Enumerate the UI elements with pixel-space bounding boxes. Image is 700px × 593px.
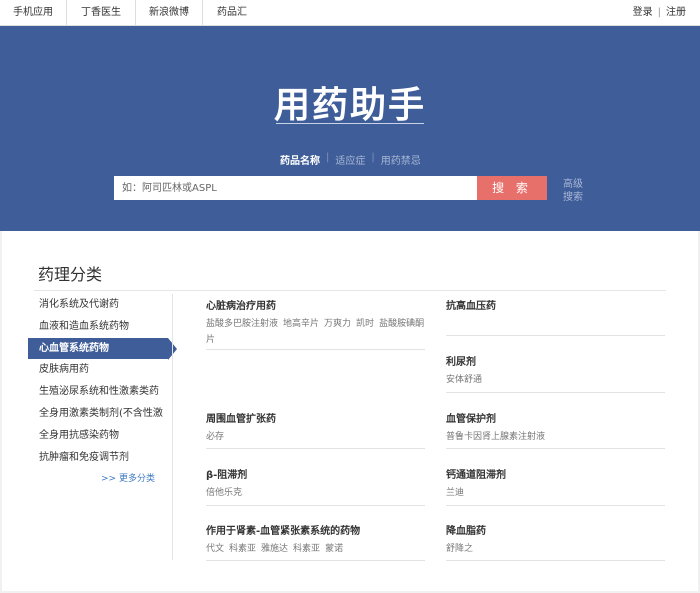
topnav-dxy-doctor[interactable]: 丁香医生 <box>67 0 136 26</box>
category-divider <box>206 448 425 449</box>
tab-drug-name[interactable]: 药品名称 <box>280 152 320 167</box>
category-sidebar: 消化系统及代谢药 血液和造血系统药物 心血管系统药物 皮肤病用药 生殖泌尿系统和… <box>28 294 177 469</box>
drug-list: 安体舒通 <box>446 372 666 388</box>
category-name[interactable]: β-阻滞剂 <box>206 466 428 481</box>
sidebar-item-digestive[interactable]: 消化系统及代谢药 <box>28 294 171 316</box>
category-divider <box>206 349 425 350</box>
tab-indication[interactable]: 适应症 <box>335 152 365 167</box>
drug-link[interactable]: 安体舒通 <box>446 375 482 385</box>
category-name[interactable]: 钙通道阻滞剂 <box>446 466 666 481</box>
category-name[interactable]: 周围血管扩张药 <box>206 410 428 425</box>
tab-separator: | <box>371 152 375 163</box>
category-divider <box>446 505 665 506</box>
category-peripheral-vasodilators: 周围血管扩张药 必存 <box>206 410 428 445</box>
category-name[interactable]: 作用于肾素-血管紧张素系统的药物 <box>206 522 446 537</box>
user-links: 登录 | 注册 <box>633 0 686 26</box>
topnav-mobile-app[interactable]: 手机应用 <box>0 0 67 26</box>
topnav-sina-weibo[interactable]: 新浪微博 <box>136 0 203 26</box>
category-divider <box>446 392 665 393</box>
drug-list: 盐酸多巴胺注射液 地高辛片 万爽力 凯时 盐酸胺碘酮片 <box>206 316 428 348</box>
sidebar-item-cardiovascular[interactable]: 心血管系统药物 <box>28 337 177 360</box>
hero-title: 用药助手 <box>273 85 426 126</box>
search-button[interactable]: 搜 索 <box>477 176 547 200</box>
category-name[interactable]: 降血脂药 <box>446 522 666 537</box>
category-beta-blockers: β-阻滞剂 倍他乐克 <box>206 466 428 501</box>
category-name[interactable]: 利尿剂 <box>446 353 666 368</box>
drug-list: 倍他乐克 <box>206 485 428 501</box>
drug-list: 代文 科素亚 雅施达 科素亚 蒙诺 <box>206 541 446 557</box>
sidebar-item-antineoplastic[interactable]: 抗肿瘤和免疫调节剂 <box>28 447 171 469</box>
advanced-search-link[interactable]: 高级搜索 <box>563 178 587 204</box>
drug-link[interactable]: 必存 <box>206 432 224 442</box>
category-antihypertensives: 抗高血压药 <box>446 297 666 312</box>
section-divider <box>34 290 666 291</box>
category-lipid-lowering: 降血脂药 舒降之 <box>446 522 666 557</box>
category-name[interactable]: 抗高血压药 <box>446 297 666 312</box>
category-diuretics: 利尿剂 安体舒通 <box>446 353 666 388</box>
drug-link[interactable]: 代文 <box>206 544 224 554</box>
drug-link[interactable]: 万爽力 <box>324 319 351 329</box>
section-title: 药理分类 <box>38 265 103 284</box>
tab-separator: | <box>326 152 330 163</box>
drug-link[interactable]: 倍他乐克 <box>206 488 242 498</box>
drug-link[interactable]: 兰迪 <box>446 488 464 498</box>
drug-link[interactable]: 凯时 <box>356 319 374 329</box>
sidebar-item-genitourinary[interactable]: 生殖泌尿系统和性激素类药 <box>28 381 171 403</box>
sidebar-item-systemic-hormones[interactable]: 全身用激素类制剂(不含性激 <box>28 403 171 425</box>
category-cardiac-therapy: 心脏病治疗用药 盐酸多巴胺注射液 地高辛片 万爽力 凯时 盐酸胺碘酮片 <box>206 297 428 348</box>
sidebar-item-anti-infective[interactable]: 全身用抗感染药物 <box>28 425 171 447</box>
drug-link[interactable]: 舒降之 <box>446 544 473 554</box>
sidebar-item-dermatology[interactable]: 皮肤病用药 <box>28 359 171 381</box>
drug-link[interactable]: 科素亚 <box>229 544 256 554</box>
category-name[interactable]: 血管保护剂 <box>446 410 666 425</box>
drug-link[interactable]: 盐酸多巴胺注射液 <box>206 319 278 329</box>
search-tabs: 药品名称 | 适应症 | 用药禁忌 <box>280 152 421 167</box>
hero-title-underline <box>276 123 424 124</box>
category-divider <box>446 448 665 449</box>
drug-link[interactable]: 地高辛片 <box>283 319 319 329</box>
tab-contraindication[interactable]: 用药禁忌 <box>381 152 421 167</box>
hero-banner: 用药助手 药品名称 | 适应症 | 用药禁忌 搜 索 高级搜索 <box>0 26 700 231</box>
category-divider <box>206 560 425 561</box>
topnav-drug-hub[interactable]: 药品汇 <box>203 0 261 26</box>
search-input[interactable] <box>114 176 477 200</box>
register-link[interactable]: 注册 <box>666 0 686 26</box>
drug-list: 必存 <box>206 429 428 445</box>
pharmacology-card: 药理分类 消化系统及代谢药 血液和造血系统药物 心血管系统药物 皮肤病用药 生殖… <box>2 231 698 591</box>
category-calcium-channel-blockers: 钙通道阻滞剂 兰迪 <box>446 466 666 501</box>
more-categories-link[interactable]: >> 更多分类 <box>101 471 155 484</box>
sidebar-item-blood[interactable]: 血液和造血系统药物 <box>28 316 171 338</box>
user-links-separator: | <box>657 7 661 18</box>
category-renin-angiotensin: 作用于肾素-血管紧张素系统的药物 代文 科素亚 雅施达 科素亚 蒙诺 <box>206 522 446 557</box>
top-nav: 手机应用 丁香医生 新浪微博 药品汇 <box>0 0 261 26</box>
category-divider <box>446 335 665 336</box>
drug-link[interactable]: 普鲁卡因肾上腺素注射液 <box>446 432 545 442</box>
drug-list: 舒降之 <box>446 541 666 557</box>
drug-list: 普鲁卡因肾上腺素注射液 <box>446 429 666 445</box>
top-bar: 手机应用 丁香医生 新浪微博 药品汇 登录 | 注册 <box>0 0 700 26</box>
drug-link[interactable]: 雅施达 <box>261 544 288 554</box>
drug-link[interactable]: 科素亚 <box>293 544 320 554</box>
drug-link[interactable]: 蒙诺 <box>325 544 343 554</box>
category-name[interactable]: 心脏病治疗用药 <box>206 297 428 312</box>
login-link[interactable]: 登录 <box>633 0 653 26</box>
sidebar-divider <box>172 294 173 560</box>
category-divider <box>446 560 665 561</box>
drug-list: 兰迪 <box>446 485 666 501</box>
category-vasoprotectives: 血管保护剂 普鲁卡因肾上腺素注射液 <box>446 410 666 445</box>
category-divider <box>206 505 425 506</box>
